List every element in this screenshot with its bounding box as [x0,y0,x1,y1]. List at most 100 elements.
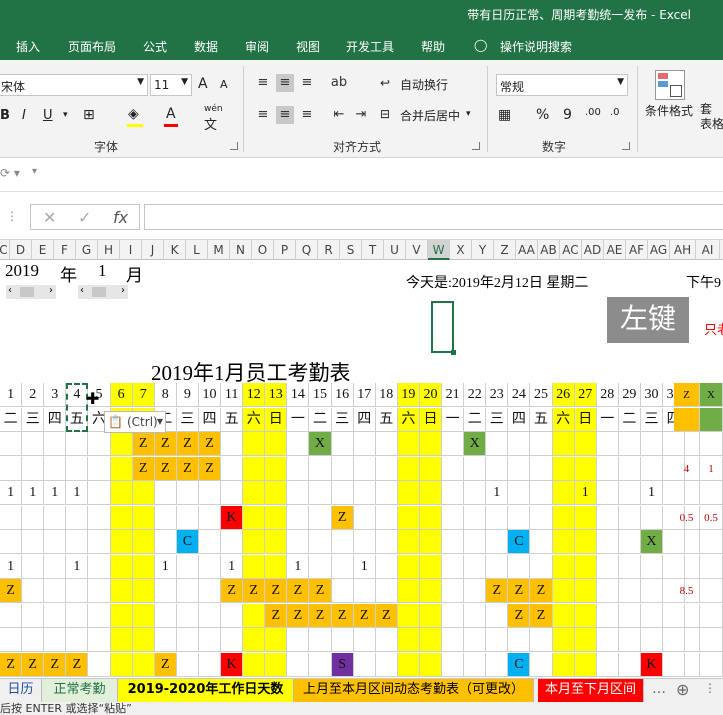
summary-cell[interactable]: 1 [700,456,723,481]
weekday-cell[interactable]: 日 [265,407,288,432]
attendance-cell[interactable]: Z [287,603,310,628]
attendance-cell[interactable] [331,456,354,481]
attendance-cell[interactable] [375,652,398,677]
more-icon[interactable]: ⋮ [704,681,716,695]
weekday-cell[interactable]: 六 [243,407,266,432]
attendance-cell[interactable] [154,481,177,505]
weekday-cell[interactable]: 六 [397,407,420,432]
column-header-r[interactable]: R [318,240,340,260]
attendance-cell[interactable] [331,628,354,652]
attendance-cell[interactable] [221,481,244,505]
italic-button[interactable]: I [22,108,26,123]
column-header-m[interactable]: M [208,240,230,260]
attendance-cell[interactable]: X [309,432,332,456]
attendance-cell[interactable] [530,432,553,456]
attendance-cell[interactable] [88,481,111,505]
attendance-cell[interactable]: Z [0,652,23,677]
attendance-cell[interactable] [265,456,288,481]
attendance-cell[interactable] [198,628,222,652]
attendance-cell[interactable] [486,432,509,456]
day-number-cell[interactable]: 8 [154,383,177,407]
summary-cell[interactable] [674,554,700,579]
attendance-cell[interactable] [353,530,376,554]
attendance-cell[interactable]: Z [265,579,288,603]
attendance-cell[interactable] [221,628,244,652]
decrease-indent-icon[interactable]: ⇤ [330,106,348,124]
merge-center-button[interactable]: 合并后居中 [400,107,460,124]
summary-cell[interactable] [674,652,700,677]
attendance-cell[interactable] [640,554,664,579]
attendance-cell[interactable] [176,603,199,628]
attendance-cell[interactable] [221,603,244,628]
attendance-cell[interactable] [486,603,509,628]
format-as-table-button[interactable]: 套 表格 [700,102,723,132]
attendance-cell[interactable] [486,628,509,652]
weekday-cell[interactable]: 二 [309,407,332,432]
attendance-cell[interactable] [353,432,376,456]
attendance-cell[interactable] [508,505,531,530]
attendance-cell[interactable] [442,628,465,652]
attendance-cell[interactable] [66,628,89,652]
day-number-cell[interactable]: 24 [508,383,531,407]
attendance-cell[interactable] [44,456,67,481]
column-header-n[interactable]: N [230,240,252,260]
day-number-cell[interactable]: 15 [309,383,332,407]
chevron-down-icon[interactable]: ▾ [466,109,471,119]
tab-formulas[interactable]: 公式 [143,38,167,55]
attendance-cell[interactable]: Z [309,603,332,628]
attendance-cell[interactable] [22,505,45,530]
attendance-cell[interactable] [44,530,67,554]
attendance-cell[interactable] [574,456,597,481]
attendance-cell[interactable] [640,432,664,456]
attendance-cell[interactable] [88,652,111,677]
attendance-cell[interactable] [44,579,67,603]
attendance-cell[interactable] [508,432,531,456]
day-number-cell[interactable]: 29 [618,383,641,407]
attendance-cell[interactable] [508,554,531,579]
attendance-cell[interactable]: C [176,530,199,554]
worksheet[interactable]: 2019 年 1 月 ‹ › ‹ › 今天是:2019年2月12日 星期二 下午… [0,261,723,678]
attendance-cell[interactable] [66,530,89,554]
attendance-cell[interactable] [88,505,111,530]
column-header-t[interactable]: T [362,240,384,260]
column-header-d[interactable]: D [10,240,32,260]
weekday-cell[interactable]: 一 [596,407,619,432]
column-header-q[interactable]: Q [296,240,318,260]
attendance-cell[interactable] [265,652,288,677]
attendance-cell[interactable]: 1 [640,481,664,505]
attendance-cell[interactable] [397,554,420,579]
attendance-cell[interactable] [44,554,67,579]
attendance-cell[interactable] [419,432,443,456]
attendance-cell[interactable] [464,481,487,505]
column-header-ac[interactable]: AC [560,240,582,260]
day-number-cell[interactable]: 27 [574,383,597,407]
weekday-cell[interactable]: 四 [508,407,531,432]
column-header-i[interactable]: I [120,240,142,260]
shrink-font-button[interactable]: A [220,78,228,91]
weekday-cell[interactable]: 三 [22,407,45,432]
attendance-cell[interactable] [596,554,619,579]
attendance-cell[interactable] [331,432,354,456]
column-header-ab[interactable]: AB [538,240,560,260]
day-number-cell[interactable]: 16 [331,383,354,407]
attendance-cell[interactable] [419,579,443,603]
attendance-cell[interactable] [0,628,23,652]
attendance-cell[interactable]: Z [331,603,354,628]
attendance-cell[interactable] [243,603,266,628]
scroll-thumb[interactable] [92,287,106,297]
attendance-cell[interactable] [397,579,420,603]
day-number-cell[interactable]: 2 [22,383,45,407]
attendance-cell[interactable] [397,628,420,652]
conditional-format-button[interactable]: 条件格式 [645,102,693,119]
attendance-cell[interactable] [464,579,487,603]
weekday-cell[interactable]: 日 [419,407,443,432]
column-header-z[interactable]: Z [494,240,516,260]
scroll-thumb[interactable] [20,287,34,297]
day-number-cell[interactable]: 12 [243,383,266,407]
attendance-cell[interactable] [375,432,398,456]
tab-data[interactable]: 数据 [194,38,218,55]
font-color-icon[interactable]: A [166,106,176,122]
attendance-cell[interactable] [309,652,332,677]
attendance-cell[interactable] [110,432,133,456]
attendance-cell[interactable]: Z [176,432,199,456]
